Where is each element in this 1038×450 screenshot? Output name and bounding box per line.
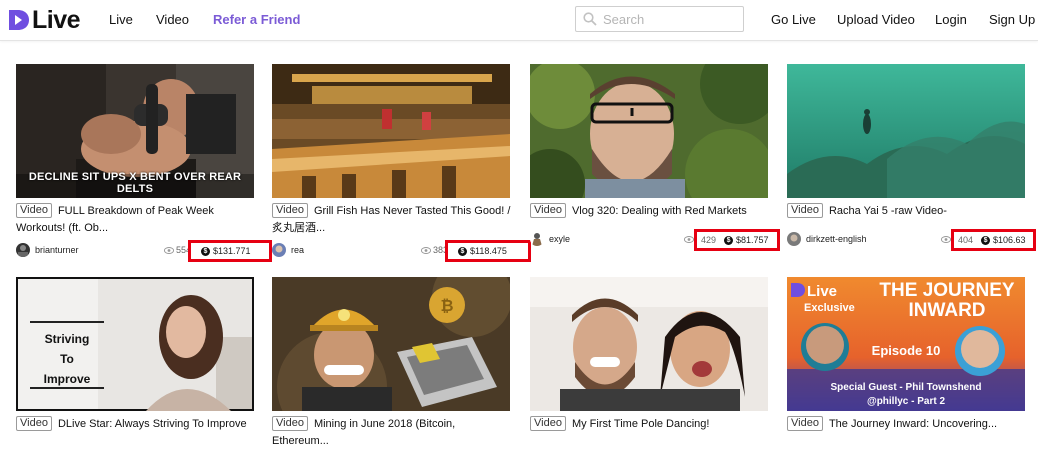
video-meta: dirkzett-english 404 $ $106.63 — [787, 229, 1036, 251]
earnings-highlight: 429 $ $81.757 — [694, 229, 780, 251]
eye-icon — [164, 247, 174, 254]
thumb-text-exclusive: Exclusive — [804, 302, 855, 314]
thumb-text-striving: Striving — [45, 332, 90, 346]
video-title[interactable]: DLive Star: Always Striving To Improve — [58, 418, 247, 430]
eye-icon — [684, 236, 694, 243]
video-thumbnail[interactable]: DECLINE SIT UPS X BENT OVER REAR DELTS — [16, 64, 254, 198]
earnings-amount: $118.475 — [470, 246, 507, 256]
thumb-text-part: @phillyc - Part 2 — [867, 396, 946, 407]
eye-icon — [941, 236, 951, 243]
login-link[interactable]: Login — [935, 12, 967, 27]
top-nav-bar: Live Live Video Refer a Friend Go Live U… — [0, 0, 1038, 41]
username[interactable]: exyle — [549, 234, 570, 244]
video-meta: exyle 429 $ $81.757 — [530, 229, 780, 251]
journey-inward-thumbnail-image: Live Exclusive THE JOURNEY INWARD Episod… — [787, 277, 1025, 411]
video-badge: Video — [787, 416, 823, 431]
username[interactable]: dirkzett-english — [806, 234, 867, 244]
earnings-highlight: $ $131.771 — [188, 240, 272, 262]
avatar[interactable] — [530, 232, 544, 246]
dollar-coin-icon: $ — [724, 235, 734, 245]
earnings-amount: $81.757 — [736, 235, 769, 245]
video-title[interactable]: The Journey Inward: Uncovering... — [829, 418, 997, 430]
search-box[interactable] — [575, 6, 744, 32]
dollar-coin-icon: $ — [981, 235, 991, 245]
video-title-row[interactable]: Video Mining in June 2018 (Bitcoin, Ether… — [272, 416, 512, 450]
avatar[interactable] — [272, 243, 286, 257]
dollar-coin-icon: $ — [201, 246, 210, 256]
username[interactable]: brianturner — [35, 245, 79, 255]
upload-video-link[interactable]: Upload Video — [837, 12, 915, 27]
video-thumbnail[interactable]: ₿ — [272, 277, 510, 411]
thumb-text-improve: Improve — [44, 372, 91, 386]
video-badge: Video — [16, 203, 52, 218]
video-thumbnail[interactable] — [787, 64, 1025, 198]
logo-text: Live — [32, 6, 81, 34]
video-thumbnail[interactable] — [530, 64, 768, 198]
earnings-highlight: 404 $ $106.63 — [951, 229, 1036, 251]
eye-icon — [421, 247, 431, 254]
vlog-thumbnail-image — [530, 64, 768, 198]
dlive-logo[interactable]: Live — [7, 6, 81, 34]
dlive-logo-icon — [9, 10, 29, 30]
video-title-row[interactable]: Video Racha Yai 5 -raw Video- — [787, 203, 1027, 220]
search-input[interactable] — [603, 10, 738, 28]
video-title[interactable]: My First Time Pole Dancing! — [572, 418, 710, 430]
video-meta: brianturner 554 $ $131.771 — [16, 240, 272, 262]
video-title-row[interactable]: Video FULL Breakdown of Peak Week Workout… — [16, 203, 256, 237]
thumb-text-guest: Special Guest - Phil Townshend — [831, 382, 982, 393]
underwater-thumbnail-image — [787, 64, 1025, 198]
svg-text:₿: ₿ — [440, 297, 453, 315]
thumb-text-the-journey: THE JOURNEY — [879, 280, 1014, 301]
nav-refer-a-friend[interactable]: Refer a Friend — [213, 12, 300, 27]
go-live-link[interactable]: Go Live — [771, 12, 816, 27]
video-badge: Video — [530, 416, 566, 431]
thumbnail-caption: DECLINE SIT UPS X BENT OVER REAR DELTS — [28, 171, 242, 195]
video-badge: Video — [787, 203, 823, 218]
thumb-text-episode: Episode 10 — [872, 343, 941, 358]
video-thumbnail[interactable]: Striving To Improve — [16, 277, 254, 411]
video-title-row[interactable]: Video Grill Fish Has Never Tasted This Go… — [272, 203, 512, 237]
earnings-highlight: $ $118.475 — [445, 240, 531, 262]
nav-live[interactable]: Live — [109, 12, 133, 27]
video-thumbnail[interactable] — [272, 64, 510, 198]
mining-thumbnail-image: ₿ — [272, 277, 510, 411]
video-title-row[interactable]: Video My First Time Pole Dancing! — [530, 416, 770, 433]
view-count: 429 — [701, 235, 717, 245]
thumb-text-live: Live — [807, 283, 837, 300]
video-thumbnail[interactable]: Live Exclusive THE JOURNEY INWARD Episod… — [787, 277, 1025, 411]
sign-up-link[interactable]: Sign Up — [989, 12, 1035, 27]
video-title[interactable]: Racha Yai 5 -raw Video- — [829, 205, 947, 217]
nav-video[interactable]: Video — [156, 12, 189, 27]
username[interactable]: rea — [291, 245, 304, 255]
avatar[interactable] — [787, 232, 801, 246]
striving-thumbnail-image: Striving To Improve — [16, 277, 254, 411]
thumb-text-to: To — [60, 352, 74, 366]
dollar-coin-icon: $ — [458, 246, 467, 256]
video-title-row[interactable]: Video The Journey Inward: Uncovering... — [787, 416, 1027, 433]
video-title[interactable]: Vlog 320: Dealing with Red Markets — [572, 205, 747, 217]
video-thumbnail[interactable] — [530, 277, 768, 411]
earnings-amount: $131.771 — [213, 246, 251, 256]
search-icon — [583, 12, 597, 26]
video-badge: Video — [272, 203, 308, 218]
video-title-row[interactable]: Video Vlog 320: Dealing with Red Markets — [530, 203, 770, 220]
video-badge: Video — [16, 416, 52, 431]
avatar[interactable] — [16, 243, 30, 257]
restaurant-thumbnail-image — [272, 64, 510, 198]
view-count: 404 — [958, 235, 974, 245]
video-badge: Video — [530, 203, 566, 218]
thumb-text-inward: INWARD — [908, 300, 985, 321]
video-badge: Video — [272, 416, 308, 431]
video-title-row[interactable]: Video DLive Star: Always Striving To Impr… — [16, 416, 256, 433]
pole-dancing-thumbnail-image — [530, 277, 768, 411]
video-meta: rea 383 $ $118.475 — [272, 240, 531, 262]
earnings-amount: $106.63 — [993, 235, 1026, 245]
